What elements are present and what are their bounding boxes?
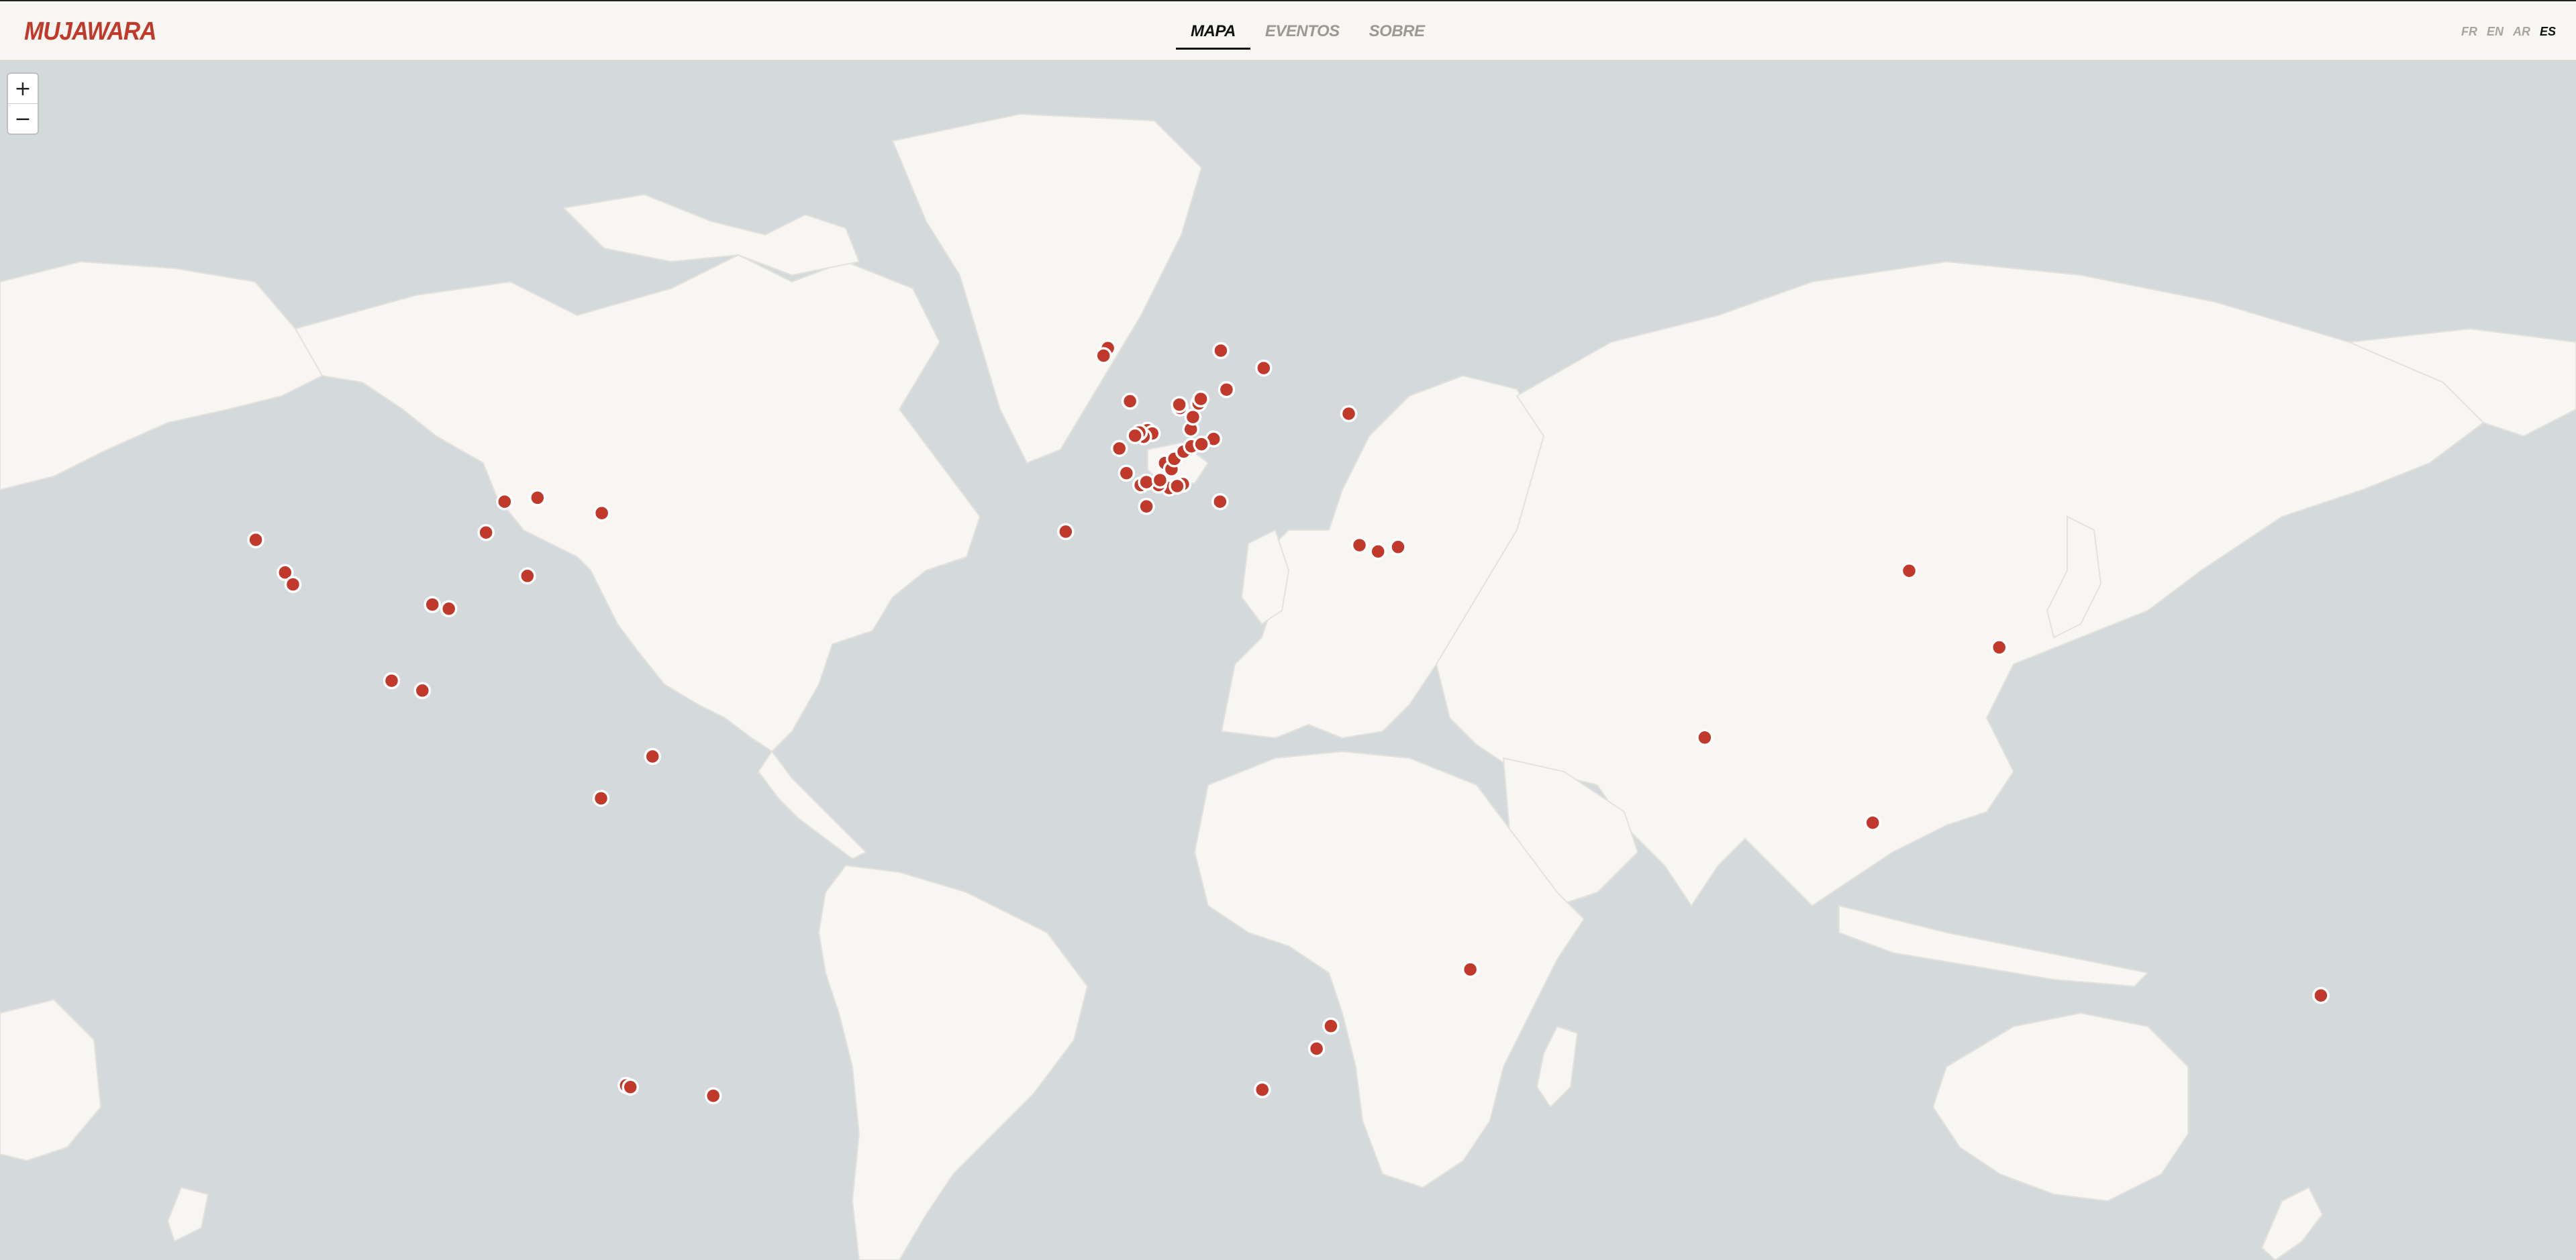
zoom-control: + −: [7, 72, 39, 135]
event-marker[interactable]: [1151, 471, 1169, 489]
event-marker[interactable]: [1057, 523, 1075, 541]
event-marker[interactable]: [2312, 986, 2330, 1004]
event-marker[interactable]: [1369, 543, 1387, 560]
event-marker[interactable]: [1340, 405, 1358, 423]
tab-sobre[interactable]: SOBRE: [1354, 1, 1440, 62]
zoom-out-button[interactable]: −: [8, 103, 38, 134]
event-marker[interactable]: [622, 1078, 639, 1096]
event-marker[interactable]: [1169, 477, 1186, 495]
canadian-arctic-islands: [562, 193, 860, 276]
world-map[interactable]: [0, 60, 2576, 1260]
event-marker[interactable]: [1864, 814, 1881, 831]
event-marker[interactable]: [1118, 464, 1136, 482]
language-switcher: FR EN AR ES: [2461, 1, 2556, 62]
event-marker[interactable]: [1461, 961, 1479, 978]
world-map-canvas[interactable]: [0, 60, 2576, 1260]
event-marker[interactable]: [1389, 538, 1407, 556]
event-marker[interactable]: [1253, 1081, 1271, 1098]
event-marker[interactable]: [424, 596, 441, 613]
mujawara-logo[interactable]: MUJAWARA: [24, 17, 157, 46]
event-marker[interactable]: [1138, 498, 1155, 515]
event-marker[interactable]: [440, 600, 458, 618]
event-marker[interactable]: [1350, 536, 1369, 554]
central-america-landmass: [757, 750, 867, 860]
event-marker[interactable]: [1218, 380, 1236, 399]
event-marker[interactable]: [1126, 427, 1144, 445]
tab-mapa[interactable]: MAPA: [1176, 1, 1250, 62]
event-marker[interactable]: [1900, 562, 1918, 580]
event-marker[interactable]: [644, 747, 661, 766]
event-marker[interactable]: [592, 790, 610, 807]
event-marker[interactable]: [284, 576, 302, 593]
event-marker[interactable]: [496, 492, 513, 511]
event-marker[interactable]: [1990, 639, 2008, 656]
australia-landmass: [1932, 1012, 2189, 1202]
event-marker[interactable]: [1192, 390, 1209, 408]
alaska-landmass: [0, 260, 324, 491]
event-marker[interactable]: [383, 672, 401, 690]
event-marker[interactable]: [1696, 729, 1714, 747]
event-marker[interactable]: [1322, 1017, 1340, 1035]
event-marker[interactable]: [1307, 1040, 1326, 1057]
madagascar-landmass: [1536, 1025, 1579, 1108]
south-america-landmass: [818, 864, 1089, 1260]
event-marker[interactable]: [413, 682, 432, 700]
event-marker[interactable]: [529, 489, 546, 507]
lang-es[interactable]: ES: [2540, 25, 2556, 39]
event-marker[interactable]: [704, 1087, 722, 1104]
event-marker[interactable]: [519, 567, 536, 585]
event-marker[interactable]: [247, 531, 264, 549]
event-marker[interactable]: [1171, 396, 1188, 413]
australia-west-fragment: [0, 998, 102, 1162]
greenland-landmass: [891, 113, 1203, 464]
event-marker[interactable]: [1095, 347, 1112, 364]
top-header: MUJAWARA MAPA EVENTOS SOBRE FR EN AR ES: [0, 0, 2576, 60]
event-marker[interactable]: [1255, 359, 1273, 377]
lang-en[interactable]: EN: [2487, 25, 2504, 39]
lang-ar[interactable]: AR: [2513, 25, 2530, 39]
tab-eventos[interactable]: EVENTOS: [1250, 1, 1354, 62]
indonesia-islands: [1838, 904, 2150, 988]
new-zealand-west-fragment: [166, 1186, 209, 1243]
event-marker[interactable]: [1110, 439, 1128, 458]
event-marker[interactable]: [1121, 392, 1139, 410]
event-marker[interactable]: [593, 504, 611, 522]
event-marker[interactable]: [1193, 435, 1210, 453]
event-marker[interactable]: [1212, 342, 1230, 360]
main-nav: MAPA EVENTOS SOBRE: [1176, 1, 1440, 62]
new-zealand-landmass: [2261, 1186, 2324, 1260]
event-marker[interactable]: [1211, 492, 1229, 511]
lang-fr[interactable]: FR: [2461, 25, 2477, 39]
event-marker[interactable]: [477, 523, 495, 541]
event-marker[interactable]: [1138, 473, 1155, 491]
zoom-in-button[interactable]: +: [8, 74, 38, 103]
